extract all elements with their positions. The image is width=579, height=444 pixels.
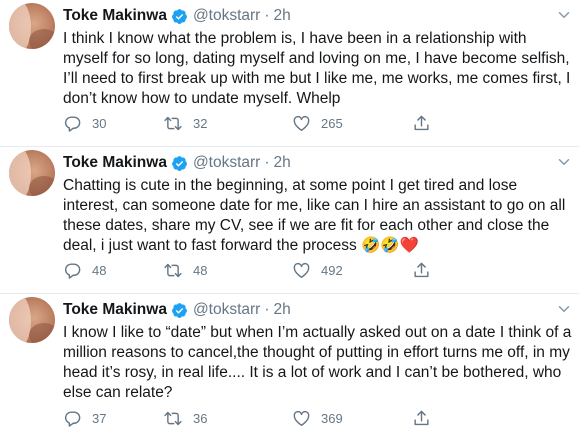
timestamp[interactable]: 2h [274,300,291,320]
retweet-count: 36 [193,411,208,426]
verified-badge-icon [171,8,188,25]
tweet-header: Toke Makinwa @tokstarr · 2h [63,300,291,320]
retweet-icon [163,409,183,428]
like-button[interactable]: 492 [292,261,412,280]
retweet-button[interactable]: 48 [163,261,292,280]
verified-badge-icon [171,302,188,319]
tweet-text: Chatting is cute in the beginning, at so… [63,177,566,254]
retweet-count: 48 [193,263,208,278]
timestamp[interactable]: 2h [274,6,291,26]
share-icon [412,261,431,280]
separator-dot: · [264,301,270,318]
reply-button[interactable]: 37 [63,409,163,428]
reply-icon [63,409,82,428]
reply-icon [63,261,82,280]
tweet-timeline: Toke Makinwa @tokstarr · 2h I think I kn… [0,0,579,441]
reply-count: 30 [92,116,107,131]
share-button[interactable] [412,114,431,133]
retweet-button[interactable]: 32 [163,114,292,133]
author-name[interactable]: Toke Makinwa [63,153,167,173]
reply-icon [63,114,82,133]
heart-icon [292,261,311,280]
author-name[interactable]: Toke Makinwa [63,300,167,320]
retweet-button[interactable]: 36 [163,409,292,428]
heart-icon [292,409,311,428]
reply-count: 37 [92,411,107,426]
like-button[interactable]: 369 [292,409,412,428]
author-handle[interactable]: @tokstarr [193,6,260,26]
avatar[interactable] [9,150,55,196]
separator-dot: · [264,7,270,24]
like-count: 492 [321,263,343,278]
tweet-text: I know I like to “date” but when I’m act… [63,324,572,401]
author-handle[interactable]: @tokstarr [193,300,260,320]
tweet-actions: 48 48 492 [63,261,431,280]
retweet-count: 32 [193,116,208,131]
avatar[interactable] [9,3,55,49]
like-button[interactable]: 265 [292,114,412,133]
reply-button[interactable]: 48 [63,261,163,280]
author-name[interactable]: Toke Makinwa [63,6,167,26]
tweet-text: I think I know what the problem is, I ha… [63,30,571,107]
heart-icon [292,114,311,133]
tweet-header: Toke Makinwa @tokstarr · 2h [63,6,291,26]
retweet-icon [163,114,183,133]
separator-dot: · [264,154,270,171]
share-button[interactable] [412,409,431,428]
verified-badge-icon [171,155,188,172]
tweet-actions: 30 32 265 [63,114,431,133]
timestamp[interactable]: 2h [274,153,291,173]
chevron-down-icon[interactable] [555,300,573,318]
tweet[interactable]: Toke Makinwa @tokstarr · 2h I know I lik… [0,294,579,441]
share-icon [412,409,431,428]
reply-count: 48 [92,263,107,278]
avatar[interactable] [9,297,55,343]
retweet-icon [163,261,183,280]
tweet-actions: 37 36 369 [63,409,431,428]
chevron-down-icon[interactable] [555,153,573,171]
tweet-header: Toke Makinwa @tokstarr · 2h [63,153,291,173]
tweet[interactable]: Toke Makinwa @tokstarr · 2h I think I kn… [0,0,579,147]
share-icon [412,114,431,133]
like-count: 265 [321,116,343,131]
tweet[interactable]: Toke Makinwa @tokstarr · 2h Chatting is … [0,147,579,294]
chevron-down-icon[interactable] [555,6,573,24]
share-button[interactable] [412,261,431,280]
reply-button[interactable]: 30 [63,114,163,133]
author-handle[interactable]: @tokstarr [193,153,260,173]
like-count: 369 [321,411,343,426]
